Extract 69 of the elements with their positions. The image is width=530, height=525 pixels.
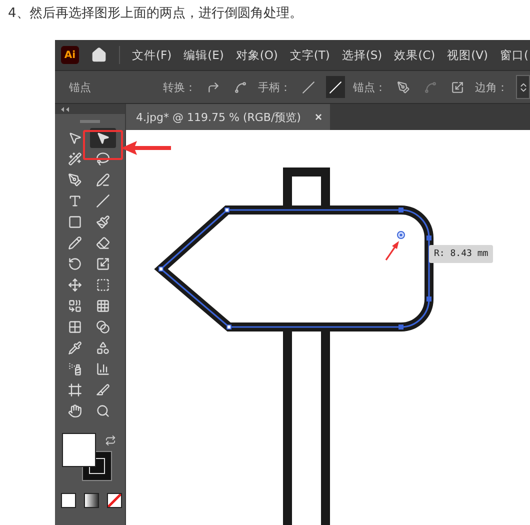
- menu-item[interactable]: 文件(F): [132, 48, 172, 62]
- fill-stroke-swatches[interactable]: [62, 433, 114, 483]
- bar-chart-icon: [96, 362, 110, 376]
- paintbrush-icon: [96, 215, 110, 229]
- tool-button[interactable]: [90, 128, 116, 148]
- zoom-icon: [96, 404, 110, 418]
- corners-label: 边角：: [474, 80, 508, 94]
- app-logo: Ai: [61, 46, 79, 64]
- type-icon: [68, 194, 82, 208]
- blend-icon: [96, 320, 110, 334]
- mesh-grid-icon: [68, 320, 82, 334]
- lasso-icon: [96, 152, 110, 166]
- spray-can-icon: [68, 362, 82, 376]
- curve-icon: [424, 80, 438, 94]
- handles-label: 手柄：: [258, 80, 292, 94]
- grid-icon: [96, 299, 110, 313]
- pointer-arrow: [121, 140, 171, 156]
- eyedropper-icon: [68, 341, 82, 355]
- filled-arrow-pointer-icon: [96, 131, 110, 145]
- menu-item[interactable]: 效果(C): [394, 48, 436, 62]
- document-tab[interactable]: 4.jpg* @ 119.75 % (RGB/预览) ×: [126, 104, 330, 130]
- line-icon: [96, 194, 110, 208]
- diagonal-line-icon: [302, 80, 316, 94]
- collapse-icon[interactable]: [61, 106, 69, 112]
- scale-icon: [450, 80, 464, 94]
- corner-widget-icon[interactable]: [397, 231, 405, 239]
- corner-arrow-icon: [207, 80, 220, 94]
- move-icon: [68, 278, 82, 292]
- diagonal-line-icon: [329, 80, 342, 94]
- pointer-arrow: [385, 241, 399, 260]
- none-mode-swatch[interactable]: [107, 493, 122, 508]
- highlight-frame: [83, 130, 123, 160]
- gradient-mode-swatch[interactable]: [84, 493, 99, 508]
- knife-icon: [96, 383, 110, 397]
- eraser-icon: [96, 236, 110, 250]
- combine-icon: [68, 299, 82, 313]
- magic-wand-icon: [68, 152, 82, 166]
- menu-item[interactable]: 文字(T): [290, 48, 330, 62]
- color-mode-swatch[interactable]: [61, 493, 76, 508]
- swap-icon[interactable]: [105, 435, 116, 446]
- menu-item[interactable]: 选择(S): [342, 48, 382, 62]
- home-icon[interactable]: [91, 47, 107, 63]
- frame-icon: [68, 383, 82, 397]
- dashed-square-icon: [96, 278, 110, 292]
- rectangle-icon: [68, 215, 82, 229]
- document-tab-title: 4.jpg* @ 119.75 % (RGB/预览): [136, 110, 301, 124]
- mode-label: 锚点: [69, 80, 92, 94]
- menu-item[interactable]: 编辑(E): [184, 48, 224, 62]
- arrow-pointer-icon: [68, 131, 82, 145]
- radius-tooltip: R: 8.43 mm: [429, 245, 494, 263]
- instruction-text: 4、然后再选择图形上面的两点，进行倒圆角处理。: [8, 5, 304, 23]
- menu-item[interactable]: 对象(O): [236, 48, 278, 62]
- pen-icon: [68, 173, 82, 187]
- menu-item[interactable]: 视图(V): [447, 48, 488, 62]
- corner-spinner[interactable]: [516, 75, 530, 99]
- convert-label: 转换：: [163, 80, 196, 94]
- pen-icon: [397, 80, 410, 94]
- shapes-icon: [96, 341, 110, 355]
- curve-icon: [234, 80, 248, 94]
- anchors-label: 锚点：: [353, 80, 386, 94]
- rotate-icon: [68, 257, 82, 271]
- menu-item[interactable]: 窗口(: [500, 48, 529, 62]
- handle-toggle-button[interactable]: [326, 76, 346, 98]
- scale-icon: [96, 257, 110, 271]
- pen-line-icon: [96, 173, 110, 187]
- pencil-icon: [68, 236, 82, 250]
- close-tab-button[interactable]: ×: [314, 110, 322, 124]
- hand-icon: [68, 404, 82, 418]
- grip-icon[interactable]: [80, 120, 100, 122]
